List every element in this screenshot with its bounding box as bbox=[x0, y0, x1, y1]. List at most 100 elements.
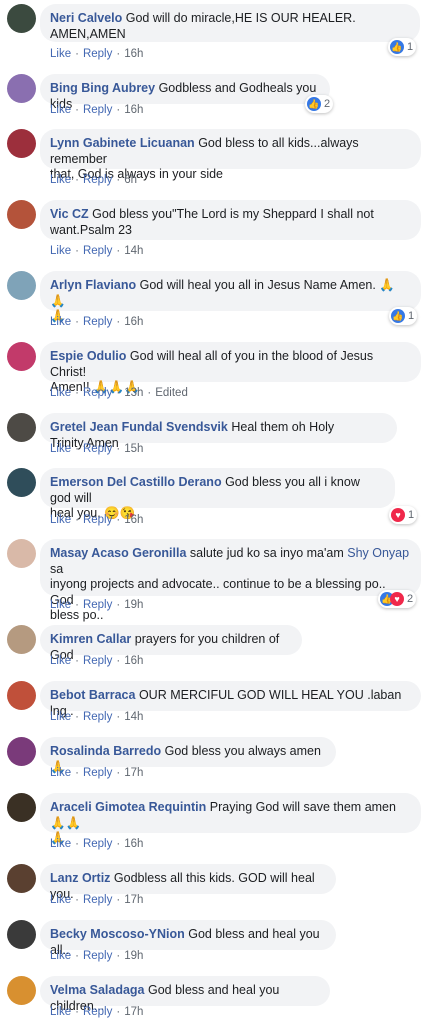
timestamp[interactable]: 16h bbox=[124, 514, 143, 526]
reply-link[interactable]: Reply bbox=[83, 599, 112, 611]
like-link[interactable]: Like bbox=[50, 104, 71, 116]
like-link[interactable]: Like bbox=[50, 838, 71, 850]
reply-link[interactable]: Reply bbox=[83, 767, 112, 779]
author-name[interactable]: Masay Acaso Geronilla bbox=[50, 546, 186, 560]
like-link[interactable]: Like bbox=[50, 174, 71, 186]
avatar[interactable] bbox=[7, 413, 36, 442]
like-link[interactable]: Like bbox=[50, 316, 71, 328]
like-link[interactable]: Like bbox=[50, 711, 71, 723]
author-name[interactable]: Lanz Ortiz bbox=[50, 871, 110, 885]
comment-bubble: Gretel Jean Fundal Svendsvik Heal them o… bbox=[40, 413, 397, 450]
reply-link[interactable]: Reply bbox=[83, 514, 112, 526]
avatar[interactable] bbox=[7, 271, 36, 300]
like-link[interactable]: Like bbox=[50, 599, 71, 611]
timestamp[interactable]: 16h bbox=[124, 838, 143, 850]
timestamp[interactable]: 14h bbox=[124, 711, 143, 723]
timestamp[interactable]: 16h bbox=[124, 655, 143, 667]
author-name[interactable]: Lynn Gabinete Licuanan bbox=[50, 136, 195, 150]
comment-bubble: Emerson Del Castillo Derano God bless yo… bbox=[40, 468, 395, 520]
timestamp[interactable]: 17h bbox=[124, 767, 143, 779]
avatar[interactable] bbox=[7, 737, 36, 766]
avatar[interactable] bbox=[7, 920, 36, 949]
like-link[interactable]: Like bbox=[50, 387, 71, 399]
reply-link[interactable]: Reply bbox=[83, 838, 112, 850]
author-name[interactable]: Kimren Callar bbox=[50, 632, 131, 646]
reply-link[interactable]: Reply bbox=[83, 245, 112, 257]
author-name[interactable]: Neri Calvelo bbox=[50, 11, 122, 25]
reply-link[interactable]: Reply bbox=[83, 1006, 112, 1018]
author-name[interactable]: Velma Saladaga bbox=[50, 983, 145, 997]
author-name[interactable]: Rosalinda Barredo bbox=[50, 744, 161, 758]
reaction-count[interactable]: 👍 1 bbox=[389, 307, 418, 325]
author-name[interactable]: Espie Odulio bbox=[50, 349, 126, 363]
timestamp[interactable]: 14h bbox=[124, 245, 143, 257]
avatar[interactable] bbox=[7, 4, 36, 33]
author-name[interactable]: Vic CZ bbox=[50, 207, 89, 221]
reply-link[interactable]: Reply bbox=[83, 894, 112, 906]
reaction-count[interactable]: ♥ 1 bbox=[389, 506, 418, 524]
avatar[interactable] bbox=[7, 342, 36, 371]
reaction-count[interactable]: 👍 1 bbox=[388, 38, 417, 56]
like-link[interactable]: Like bbox=[50, 655, 71, 667]
avatar[interactable] bbox=[7, 864, 36, 893]
reply-link[interactable]: Reply bbox=[83, 48, 112, 60]
timestamp[interactable]: 13h bbox=[124, 387, 143, 399]
timestamp[interactable]: 16h bbox=[124, 104, 143, 116]
edited-label[interactable]: Edited bbox=[155, 387, 188, 399]
like-link[interactable]: Like bbox=[50, 894, 71, 906]
reply-link[interactable]: Reply bbox=[83, 316, 112, 328]
like-link[interactable]: Like bbox=[50, 514, 71, 526]
like-link[interactable]: Like bbox=[50, 443, 71, 455]
timestamp[interactable]: 15h bbox=[124, 443, 143, 455]
avatar[interactable] bbox=[7, 681, 36, 710]
author-name[interactable]: Bing Bing Aubrey bbox=[50, 81, 155, 95]
author-name[interactable]: Emerson Del Castillo Derano bbox=[50, 475, 222, 489]
comment-bubble: Lynn Gabinete Licuanan God bless to all … bbox=[40, 129, 421, 181]
author-name[interactable]: Arlyn Flaviano bbox=[50, 278, 136, 292]
comment-actions: Like · Reply · 14h bbox=[50, 245, 144, 257]
reply-link[interactable]: Reply bbox=[83, 443, 112, 455]
timestamp[interactable]: 17h bbox=[124, 894, 143, 906]
avatar[interactable] bbox=[7, 793, 36, 822]
comment-actions: Like · Reply · 14h bbox=[50, 711, 144, 723]
timestamp[interactable]: 16h bbox=[124, 316, 143, 328]
comment-bubble: Velma Saladaga God bless and heal you ch… bbox=[40, 976, 330, 1013]
reply-link[interactable]: Reply bbox=[83, 104, 112, 116]
reply-link[interactable]: Reply bbox=[83, 387, 112, 399]
comment-actions: Like · Reply · 13h · Edited bbox=[50, 387, 188, 399]
reaction-count[interactable]: 👍 2 bbox=[305, 95, 334, 113]
comment-text: AMEN,AMEN bbox=[50, 26, 126, 41]
author-name[interactable]: Bebot Barraca bbox=[50, 688, 135, 702]
avatar[interactable] bbox=[7, 539, 36, 568]
like-link[interactable]: Like bbox=[50, 245, 71, 257]
comment-bubble: Kimren Callar prayers for you children o… bbox=[40, 625, 302, 662]
comment-bubble: Neri Calvelo God will do miracle,HE IS O… bbox=[40, 4, 420, 42]
author-name[interactable]: Araceli Gimotea Requintin bbox=[50, 800, 206, 814]
reply-link[interactable]: Reply bbox=[83, 655, 112, 667]
avatar[interactable] bbox=[7, 129, 36, 158]
comment-bubble: Araceli Gimotea Requintin Praying God wi… bbox=[40, 793, 421, 845]
author-name[interactable]: Becky Moscoso-YNion bbox=[50, 927, 185, 941]
like-link[interactable]: Like bbox=[50, 48, 71, 60]
reply-link[interactable]: Reply bbox=[83, 174, 112, 186]
comment-actions: Like · Reply · 15h bbox=[50, 443, 144, 455]
avatar[interactable] bbox=[7, 468, 36, 497]
avatar[interactable] bbox=[7, 976, 36, 1005]
timestamp[interactable]: 6h bbox=[124, 174, 137, 186]
timestamp[interactable]: 17h bbox=[124, 1006, 143, 1018]
avatar[interactable] bbox=[7, 74, 36, 103]
timestamp[interactable]: 19h bbox=[124, 950, 143, 962]
reaction-count[interactable]: 👍 ♥ 2 bbox=[378, 590, 417, 608]
timestamp[interactable]: 19h bbox=[124, 599, 143, 611]
like-link[interactable]: Like bbox=[50, 1006, 71, 1018]
like-link[interactable]: Like bbox=[50, 950, 71, 962]
mention-link[interactable]: Shy Onyap bbox=[347, 546, 409, 560]
reply-link[interactable]: Reply bbox=[83, 711, 112, 723]
comment-actions: Like · Reply · 6h bbox=[50, 174, 137, 186]
like-link[interactable]: Like bbox=[50, 767, 71, 779]
avatar[interactable] bbox=[7, 200, 36, 229]
author-name[interactable]: Gretel Jean Fundal Svendsvik bbox=[50, 420, 228, 434]
timestamp[interactable]: 16h bbox=[124, 48, 143, 60]
reply-link[interactable]: Reply bbox=[83, 950, 112, 962]
avatar[interactable] bbox=[7, 625, 36, 654]
